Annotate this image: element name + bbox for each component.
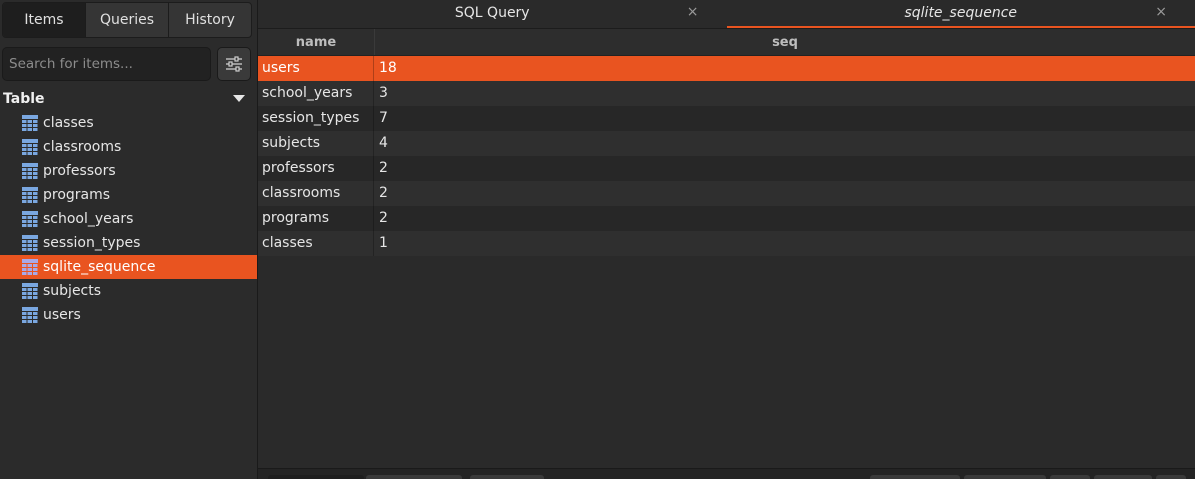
table-icon [22, 139, 38, 155]
sidebar-item-label: school_years [43, 211, 134, 227]
sidebar-item-label: session_types [43, 235, 141, 251]
main-area: SQL Query × sqlite_sequence × name seq u… [258, 0, 1195, 479]
cell-seq[interactable]: 2 [374, 206, 1195, 231]
column-header-name[interactable]: name [258, 29, 375, 55]
chevron-down-icon [233, 95, 245, 102]
table-icon [22, 235, 38, 251]
sidebar-item-programs[interactable]: programs [0, 183, 257, 207]
sliders-icon [226, 56, 242, 72]
sidebar-item-professors[interactable]: professors [0, 159, 257, 183]
table-row[interactable]: professors 2 [258, 156, 1195, 181]
sidebar-item-label: classes [43, 115, 94, 131]
cell-name[interactable]: users [258, 56, 374, 81]
cell-seq[interactable]: 1 [374, 231, 1195, 256]
bottom-button[interactable] [1094, 475, 1152, 479]
cell-name[interactable]: classrooms [258, 181, 374, 206]
table-row[interactable]: session_types 7 [258, 106, 1195, 131]
cell-name[interactable]: session_types [258, 106, 374, 131]
cell-seq[interactable]: 2 [374, 181, 1195, 206]
cell-name[interactable]: professors [258, 156, 374, 181]
table-row[interactable]: programs 2 [258, 206, 1195, 231]
sidebar-tabs: Items Queries History [2, 2, 252, 38]
cell-seq[interactable]: 7 [374, 106, 1195, 131]
table-row[interactable]: classrooms 2 [258, 181, 1195, 206]
sidebar: Items Queries History Table [0, 0, 258, 479]
bottom-button[interactable] [1050, 475, 1090, 479]
cell-name[interactable]: subjects [258, 131, 374, 156]
bottom-button[interactable] [470, 475, 544, 479]
tab-queries[interactable]: Queries [86, 3, 169, 37]
cell-name[interactable]: school_years [258, 81, 374, 106]
table-icon [22, 283, 38, 299]
cell-seq[interactable]: 2 [374, 156, 1195, 181]
cell-seq[interactable]: 18 [374, 56, 1195, 81]
bottom-toolbar [258, 468, 1195, 479]
filter-button[interactable] [217, 47, 251, 81]
sidebar-item-sqlite-sequence[interactable]: sqlite_sequence [0, 255, 257, 279]
search-row [2, 47, 251, 81]
bottom-button[interactable] [870, 475, 960, 479]
table-row[interactable]: subjects 4 [258, 131, 1195, 156]
tab-label: SQL Query [454, 5, 530, 21]
sidebar-item-subjects[interactable]: subjects [0, 279, 257, 303]
tab-sqlite-sequence[interactable]: sqlite_sequence × [726, 0, 1195, 28]
cell-name[interactable]: classes [258, 231, 374, 256]
sidebar-item-users[interactable]: users [0, 303, 257, 327]
bottom-button[interactable] [366, 475, 462, 479]
sidebar-item-session-types[interactable]: session_types [0, 231, 257, 255]
table-icon [22, 163, 38, 179]
bottom-button[interactable] [1156, 475, 1186, 479]
tab-sql-query[interactable]: SQL Query × [258, 0, 727, 28]
tab-label: sqlite_sequence [904, 5, 1018, 21]
sidebar-item-school-years[interactable]: school_years [0, 207, 257, 231]
cell-seq[interactable]: 4 [374, 131, 1195, 156]
table-icon [22, 307, 38, 323]
document-tabs: SQL Query × sqlite_sequence × [258, 0, 1195, 29]
table-row[interactable]: users 18 [258, 56, 1195, 81]
table-icon [22, 211, 38, 227]
sidebar-item-label: programs [43, 187, 111, 203]
app-window: Items Queries History Table [0, 0, 1195, 479]
cell-name[interactable]: programs [258, 206, 374, 231]
search-input[interactable] [2, 47, 211, 81]
table-row[interactable]: classes 1 [258, 231, 1195, 256]
sidebar-item-label: users [43, 307, 81, 323]
bottom-button[interactable] [268, 475, 364, 479]
tree-list: classes classrooms professors programs schoo… [0, 111, 257, 327]
sidebar-item-classes[interactable]: classes [0, 111, 257, 135]
close-icon[interactable]: × [687, 4, 699, 20]
tree-header-table[interactable]: Table [0, 87, 257, 111]
sidebar-item-label: classrooms [43, 139, 122, 155]
tree-header-label: Table [3, 91, 45, 107]
column-header-seq[interactable]: seq [375, 29, 1195, 55]
sidebar-item-label: sqlite_sequence [43, 259, 156, 275]
sidebar-item-label: subjects [43, 283, 102, 299]
sidebar-item-label: professors [43, 163, 116, 179]
tab-history[interactable]: History [169, 3, 251, 37]
tab-items[interactable]: Items [3, 3, 86, 37]
table-icon [22, 115, 38, 131]
grid-body: users 18 school_years 3 session_types 7 subjec… [258, 56, 1195, 256]
table-icon [22, 259, 38, 275]
sidebar-item-classrooms[interactable]: classrooms [0, 135, 257, 159]
table-row[interactable]: school_years 3 [258, 81, 1195, 106]
grid-header: name seq [258, 29, 1195, 56]
close-icon[interactable]: × [1155, 4, 1167, 20]
data-grid: name seq users 18 school_years 3 session_typ… [258, 29, 1195, 256]
cell-seq[interactable]: 3 [374, 81, 1195, 106]
table-icon [22, 187, 38, 203]
bottom-button[interactable] [964, 475, 1046, 479]
